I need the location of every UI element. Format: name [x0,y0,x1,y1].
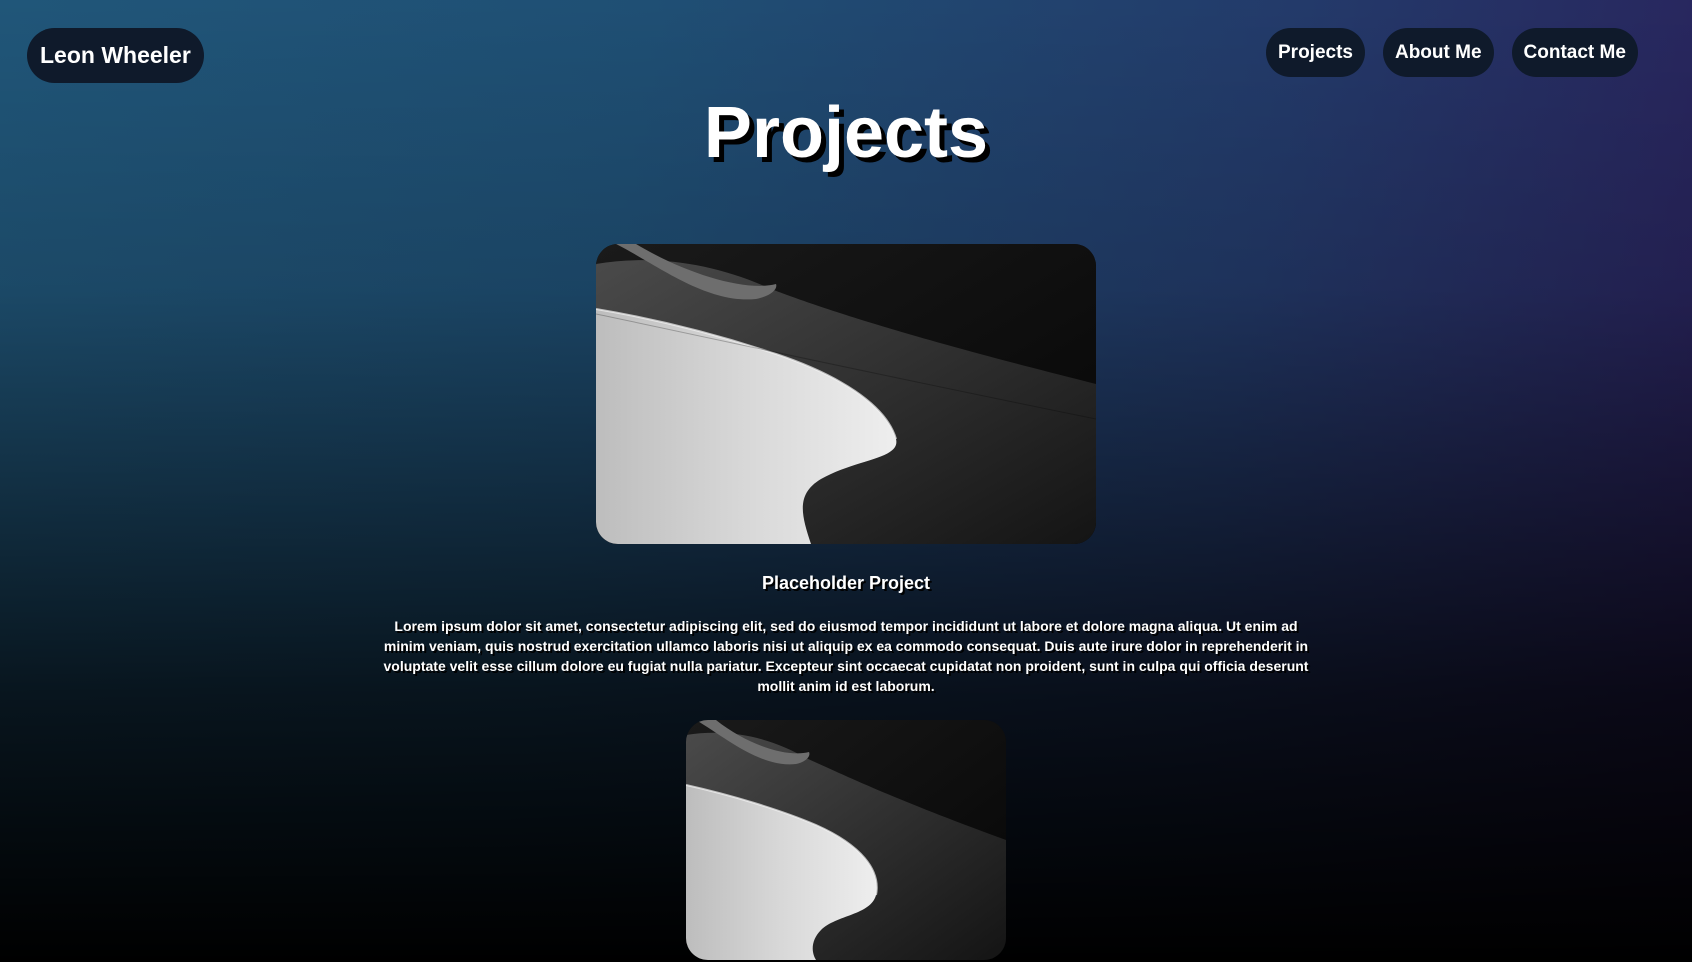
nav-link-contact-me[interactable]: Contact Me [1511,28,1638,77]
project-image [596,244,1096,544]
sand-dune-image [686,720,1006,960]
sand-dune-image [596,244,1096,544]
page-title: Projects [703,93,989,173]
brand-logo-link[interactable]: Leon Wheeler [27,28,204,83]
main-nav: Projects About Me Contact Me [1266,28,1638,77]
nav-link-about-me[interactable]: About Me [1382,28,1494,77]
project-title: Placeholder Project [761,573,931,593]
project-description: Lorem ipsum dolor sit amet, consectetur … [383,618,1309,694]
project-image [686,720,1006,960]
nav-link-projects[interactable]: Projects [1266,28,1365,77]
